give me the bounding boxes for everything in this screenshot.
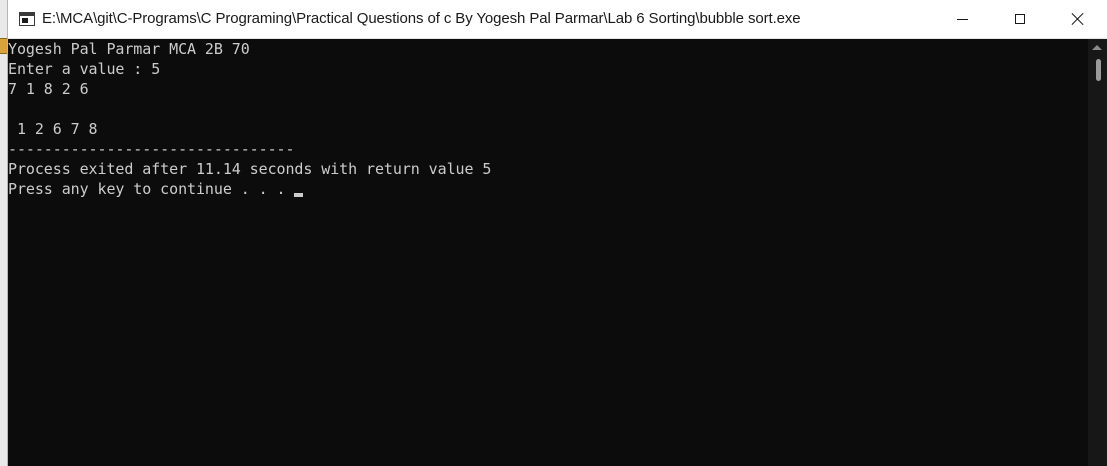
close-icon xyxy=(1071,12,1085,26)
scrollbar-thumb[interactable] xyxy=(1096,59,1101,81)
console-prompt-line: Press any key to continue . . . xyxy=(8,179,1087,199)
title-bar[interactable]: E:\MCA\git\C-Programs\C Programing\Pract… xyxy=(8,0,1107,39)
console-prompt-text: Press any key to continue . . . xyxy=(8,180,295,198)
minimize-icon xyxy=(956,18,968,20)
console-line: -------------------------------- xyxy=(8,140,295,158)
scroll-up-arrow-icon[interactable] xyxy=(1092,45,1102,50)
console-line: Yogesh Pal Parmar MCA 2B 70 xyxy=(8,40,250,58)
maximize-icon xyxy=(1015,14,1025,24)
background-window-edge xyxy=(0,0,8,466)
background-window-marker xyxy=(0,38,7,54)
console-output[interactable]: Yogesh Pal Parmar MCA 2B 70 Enter a valu… xyxy=(8,39,1087,466)
console-line: 1 2 6 7 8 xyxy=(8,120,98,138)
console-line: Process exited after 11.14 seconds with … xyxy=(8,160,492,178)
console-app-icon[interactable] xyxy=(19,12,35,26)
maximize-button[interactable] xyxy=(991,0,1049,38)
minimize-button[interactable] xyxy=(933,0,991,38)
window-title: E:\MCA\git\C-Programs\C Programing\Pract… xyxy=(42,10,801,27)
close-button[interactable] xyxy=(1049,0,1107,38)
console-line: 7 1 8 2 6 xyxy=(8,80,89,98)
vertical-scrollbar[interactable] xyxy=(1088,39,1107,466)
console-line: Enter a value : 5 xyxy=(8,60,161,78)
console-window: E:\MCA\git\C-Programs\C Programing\Pract… xyxy=(0,0,1107,466)
text-cursor xyxy=(294,193,304,197)
